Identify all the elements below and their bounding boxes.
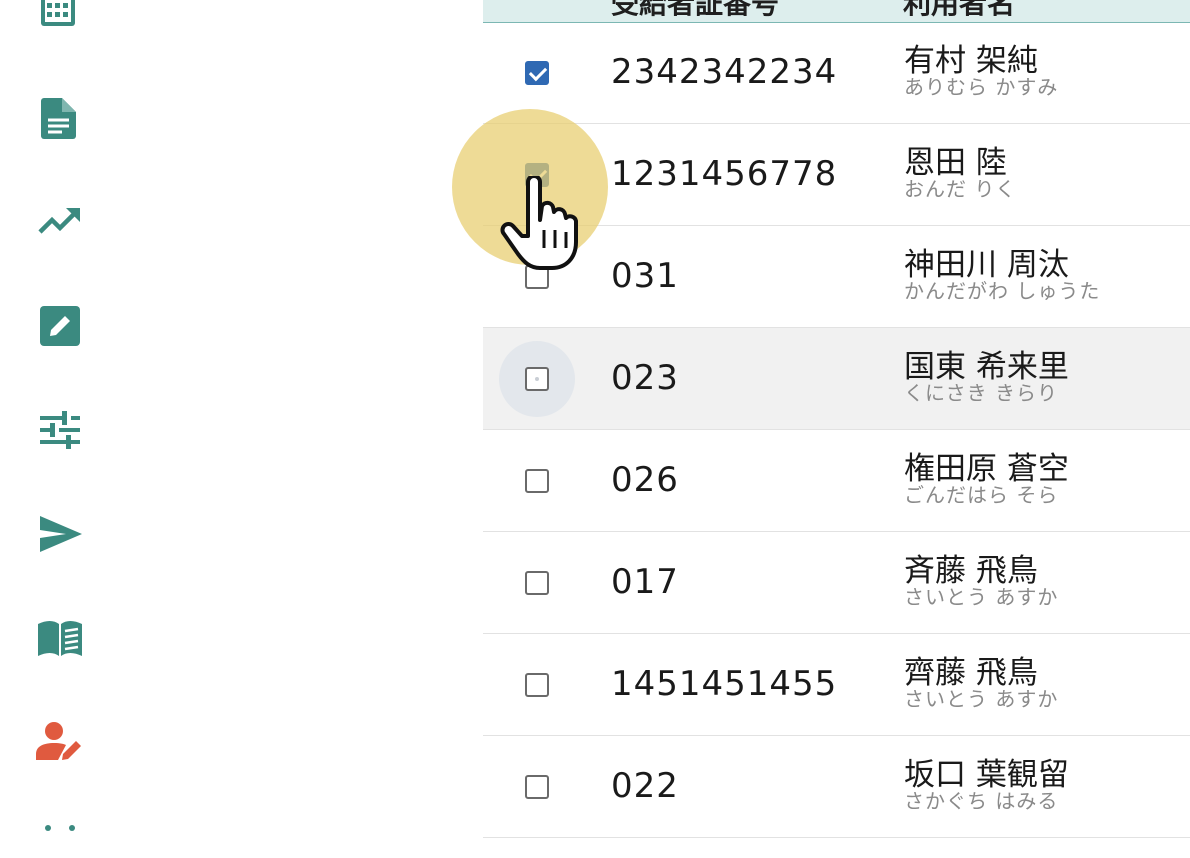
send-icon[interactable]: [36, 510, 84, 558]
user-name: 坂口 葉観留: [904, 757, 1069, 793]
recipient-number: 017: [611, 562, 679, 602]
user-name-kana: ごんだはら そら: [904, 483, 1059, 507]
row-checkbox[interactable]: [525, 265, 549, 289]
row-checkbox-wrap: [499, 443, 575, 519]
table-row[interactable]: 1231456778 恩田 陸 おんだ りく: [483, 124, 1190, 226]
calendar-icon[interactable]: [36, 0, 84, 40]
recipient-number: 031: [611, 256, 679, 296]
sidebar: [0, 0, 130, 831]
header-user-name[interactable]: 利用者名: [903, 0, 1015, 22]
table-row[interactable]: 2342342234 有村 架純 ありむら かすみ: [483, 22, 1190, 124]
header-recipient-number[interactable]: 受給者証番号: [611, 0, 779, 22]
table-row[interactable]: 026 権田原 蒼空 ごんだはら そら: [483, 430, 1190, 532]
recipient-number: 1231456778: [611, 154, 838, 194]
user-name: 権田原 蒼空: [904, 451, 1069, 487]
row-checkbox[interactable]: [525, 775, 549, 799]
row-checkbox[interactable]: [525, 61, 549, 85]
recipient-number: 022: [611, 766, 679, 806]
recipient-number: 1451451455: [611, 664, 838, 704]
table-row[interactable]: 017 斉藤 飛鳥 さいとう あすか: [483, 532, 1190, 634]
row-checkbox-wrap: [499, 35, 575, 111]
recipient-number: 026: [611, 460, 679, 500]
row-checkbox-wrap: [499, 137, 575, 213]
user-name-kana: かんだがわ しゅうた: [904, 279, 1101, 303]
row-checkbox-wrap: [499, 341, 575, 417]
more-icon[interactable]: [36, 810, 84, 858]
row-checkbox-wrap: [499, 239, 575, 315]
tune-sliders-icon[interactable]: [36, 406, 84, 454]
user-name: 有村 架純: [904, 43, 1038, 79]
row-checkbox[interactable]: [525, 367, 549, 391]
user-name: 神田川 周汰: [904, 247, 1069, 283]
row-checkbox[interactable]: [525, 571, 549, 595]
table-row[interactable]: 1451451455 齊藤 飛鳥 さいとう あすか: [483, 634, 1190, 736]
table-header: 受給者証番号 利用者名: [483, 0, 1190, 23]
edit-square-icon[interactable]: [36, 302, 84, 350]
user-name-kana: ありむら かすみ: [904, 75, 1059, 99]
user-name: 齊藤 飛鳥: [904, 655, 1038, 691]
user-name-kana: おんだ りく: [904, 177, 1017, 201]
recipient-number: 2342342234: [611, 52, 838, 92]
recipient-number: 023: [611, 358, 679, 398]
row-checkbox[interactable]: [525, 469, 549, 493]
user-edit-icon[interactable]: [36, 718, 84, 766]
document-icon[interactable]: [36, 94, 84, 142]
user-name-kana: さかぐち はみる: [904, 789, 1059, 813]
user-name-kana: さいとう あすか: [904, 687, 1059, 711]
table-row[interactable]: 022 坂口 葉観留 さかぐち はみる: [483, 736, 1190, 838]
user-name-kana: さいとう あすか: [904, 585, 1059, 609]
trending-up-icon[interactable]: [36, 198, 84, 246]
user-name-kana: くにさき きらり: [904, 381, 1058, 405]
recipient-table: 受給者証番号 利用者名 2342342234 有村 架純 ありむら かすみ 12…: [483, 0, 1190, 838]
row-checkbox-wrap: [499, 545, 575, 621]
open-book-icon[interactable]: [36, 614, 84, 662]
user-name: 国東 希来里: [904, 349, 1069, 385]
table-row[interactable]: 023 国東 希来里 くにさき きらり: [483, 328, 1190, 430]
row-checkbox-wrap: [499, 647, 575, 723]
user-name: 斉藤 飛鳥: [904, 553, 1038, 589]
table-row[interactable]: 031 神田川 周汰 かんだがわ しゅうた: [483, 226, 1190, 328]
row-checkbox[interactable]: [525, 163, 549, 187]
row-checkbox[interactable]: [525, 673, 549, 697]
row-checkbox-wrap: [499, 749, 575, 825]
user-name: 恩田 陸: [904, 145, 1007, 181]
